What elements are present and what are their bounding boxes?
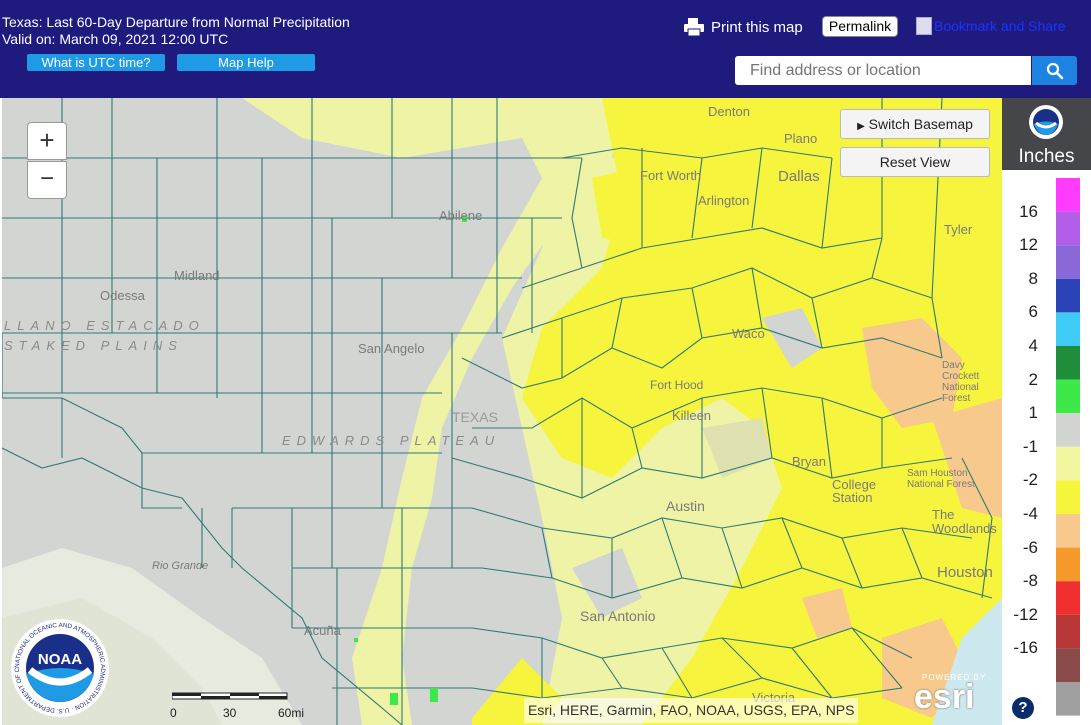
scale-label-60: 60mi	[278, 706, 305, 720]
legend-header: Inches	[1002, 98, 1091, 170]
legend-swatch	[1056, 245, 1080, 279]
legend-panel: Inches 16 12 8 6 4 2 1 -1 -2 -4 -6 -8 -12 -16	[1002, 98, 1091, 725]
precipitation-map	[2, 98, 1002, 725]
zoom-in-button[interactable]: +	[27, 122, 67, 160]
place-label-odessa: Odessa	[100, 288, 145, 303]
legend-tick-label: 8	[1028, 268, 1038, 288]
place-label-midland: Midland	[174, 268, 220, 283]
switch-basemap-button[interactable]: ▶ Switch Basemap	[840, 109, 990, 139]
legend-swatch	[1056, 211, 1080, 246]
permalink-button[interactable]: Permalink	[822, 16, 898, 37]
legend-tick-label: -6	[1022, 537, 1038, 557]
region-label-edwards-plateau: EDWARDS PLATEAU	[282, 433, 501, 448]
place-label-sam-houston-forest: Sam Houston National Forest	[907, 468, 975, 490]
place-label-dallas: Dallas	[778, 168, 820, 185]
scale-label-0: 0	[170, 706, 177, 720]
noaa-logo-text: NOAA	[38, 651, 82, 668]
legend-swatch	[1056, 581, 1080, 615]
place-label-texas: TEXAS	[452, 409, 498, 425]
place-label-abilene: Abilene	[439, 208, 483, 223]
place-label-denton: Denton	[708, 104, 750, 119]
legend-tick-label: 4	[1028, 336, 1038, 355]
esri-logo: POWERED BY esri	[914, 673, 986, 716]
legend-tick-label: -12	[1013, 604, 1038, 624]
search-input[interactable]	[735, 56, 1031, 85]
page-title: Texas: Last 60-Day Departure from Normal…	[2, 14, 350, 48]
place-label-tyler: Tyler	[944, 222, 973, 237]
search-button[interactable]	[1032, 56, 1077, 85]
place-label-austin: Austin	[666, 498, 705, 514]
search-icon	[1046, 62, 1063, 79]
map-attribution: Esri, HERE, Garmin, FAO, NOAA, USGS, EPA…	[524, 698, 859, 723]
legend-swatch	[1056, 312, 1080, 346]
map-help-button[interactable]: Map Help	[177, 54, 315, 71]
bookmark-share-link[interactable]: Bookmark and Share	[916, 16, 1066, 36]
legend-swatch	[1056, 413, 1080, 447]
legend-swatch	[1056, 346, 1080, 380]
place-label-fort-worth: Fort Worth	[640, 168, 702, 183]
place-label-waco: Waco	[732, 326, 765, 341]
legend-tick-label: 1	[1028, 403, 1038, 423]
header-bar: Texas: Last 60-Day Departure from Normal…	[0, 0, 1091, 98]
esri-text: esri	[914, 678, 975, 716]
place-label-killeen: Killeen	[672, 408, 712, 423]
place-label-plano: Plano	[784, 131, 818, 146]
place-label-san-antonio: San Antonio	[580, 608, 656, 624]
legend-swatch	[1056, 278, 1080, 313]
legend-tick-label: -2	[1022, 470, 1038, 490]
place-label-the-woodlands: The Woodlands	[932, 507, 997, 536]
legend-tick-label: 12	[1019, 235, 1038, 255]
place-label-davy-crockett-forest: Davy Crockett National Forest	[942, 360, 980, 404]
legend-swatch	[1056, 514, 1080, 548]
reset-view-button[interactable]: Reset View	[840, 147, 990, 177]
region-label-staked-plains: STAKED PLAINS	[4, 338, 183, 353]
legend-color-bar	[1056, 178, 1080, 716]
print-label: Print this map	[711, 18, 803, 36]
place-label-acuna: Acuña	[304, 623, 341, 638]
switch-basemap-label: Switch Basemap	[868, 116, 973, 132]
place-label-san-angelo: San Angelo	[358, 341, 425, 356]
legend-tick-label: -4	[1022, 504, 1038, 523]
legend-tick-label: -16	[1013, 638, 1038, 658]
legend-tick-label: -1	[1022, 436, 1038, 456]
printer-icon	[684, 18, 704, 37]
legend-swatch	[1056, 614, 1080, 649]
scale-bar-graphic	[171, 692, 288, 700]
legend-swatch	[1056, 178, 1080, 212]
title-line-1: Texas: Last 60-Day Departure from Normal…	[2, 14, 350, 30]
legend-tick-label: 2	[1028, 369, 1038, 389]
title-line-2: Valid on: March 09, 2021 12:00 UTC	[2, 31, 229, 47]
place-label-arlington: Arlington	[698, 193, 750, 208]
map-view[interactable]: Denton Plano Fort Worth Dallas Arlington…	[2, 98, 1002, 725]
place-label-houston: Houston	[937, 564, 993, 581]
help-icon[interactable]: ?	[1012, 697, 1034, 719]
place-label-college-station: College Station	[832, 477, 877, 505]
utc-time-button[interactable]: What is UTC time?	[27, 54, 165, 71]
legend-swatch	[1056, 480, 1080, 514]
noaa-logo: NOAA NATIONAL OCEANIC AND ATMOSPHERIC AD…	[7, 613, 110, 723]
print-map-link[interactable]: Print this map	[683, 16, 803, 38]
legend-swatch	[1056, 648, 1080, 682]
broken-image-icon	[916, 17, 932, 35]
region-label-llano-estacado: LLANO ESTACADO	[4, 318, 205, 333]
legend-tick-label: 6	[1028, 302, 1038, 322]
legend-swatch	[1056, 446, 1080, 481]
place-label-bryan: Bryan	[792, 454, 826, 469]
legend-swatch	[1056, 547, 1080, 582]
zoom-out-button[interactable]: −	[27, 161, 67, 199]
legend-tick-label: 16	[1019, 201, 1038, 221]
scale-label-30: 30	[223, 706, 237, 720]
legend-tick-label: -8	[1022, 571, 1038, 591]
noaa-small-logo-icon	[1029, 105, 1063, 139]
legend-swatch	[1056, 379, 1080, 414]
bookmark-label: Bookmark and Share	[934, 18, 1066, 34]
legend-unit: Inches	[1018, 146, 1075, 167]
caret-right-icon: ▶	[857, 121, 865, 132]
legend-swatch	[1056, 682, 1080, 716]
scale-bar: 0 30 60mi	[170, 688, 304, 722]
place-label-fort-hood: Fort Hood	[650, 378, 704, 392]
place-label-rio-grande: Rio Grande	[152, 560, 209, 572]
